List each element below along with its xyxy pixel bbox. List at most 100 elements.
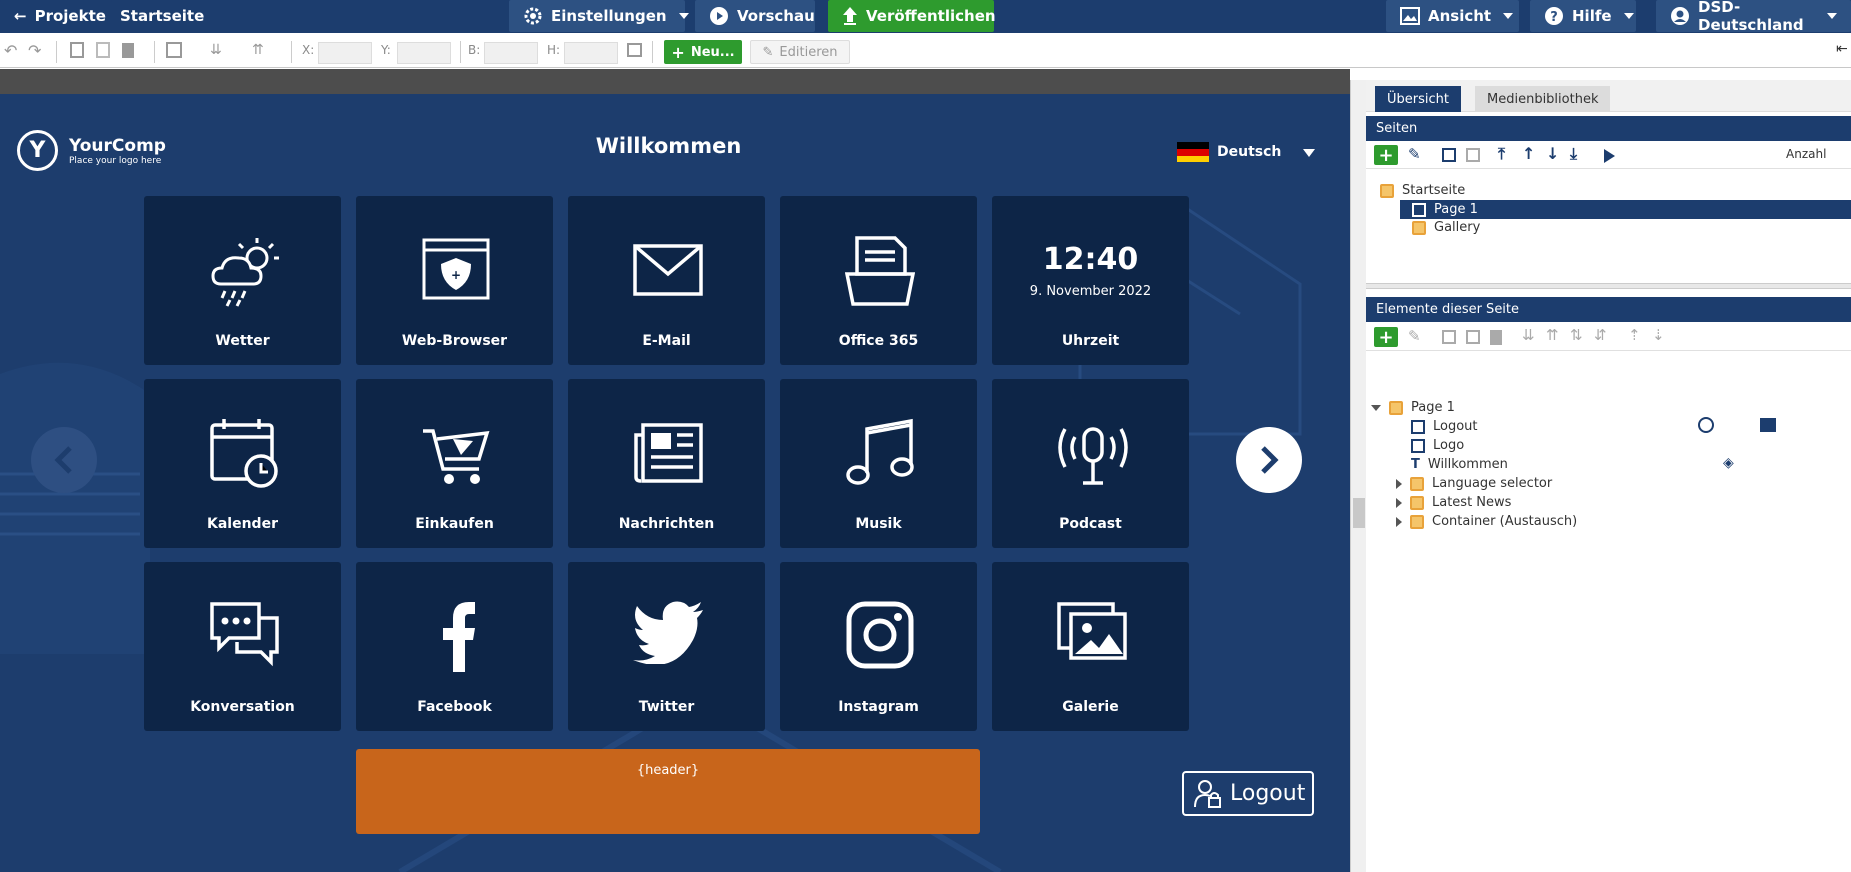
tile-news[interactable]: Nachrichten — [568, 379, 765, 548]
tile-facebook[interactable]: Facebook — [356, 562, 553, 731]
tree-page-gallery[interactable]: Gallery — [1412, 218, 1480, 237]
publish-button[interactable]: Veröffentlichen — [828, 0, 996, 32]
pencil-icon[interactable]: ✎ — [1408, 145, 1421, 163]
tab-overview[interactable]: Übersicht — [1375, 86, 1461, 112]
pages-toolbar: + ✎ ⤒ ↑ ↓ ⤓ Anzahl — [1366, 141, 1851, 169]
copy-icon[interactable] — [1442, 330, 1456, 344]
collapse-panel-icon[interactable]: ⇤ — [1836, 41, 1848, 57]
tile-music[interactable]: Musik — [780, 379, 977, 548]
tile-instagram[interactable]: Instagram — [780, 562, 977, 731]
preview-button[interactable]: Vorschau — [695, 0, 815, 32]
help-icon: ? — [1544, 6, 1564, 26]
add-copy-icon[interactable] — [1442, 148, 1456, 162]
chevron-right-icon — [1261, 446, 1279, 474]
tile-web-browser[interactable]: + Web-Browser — [356, 196, 553, 365]
tile-shopping[interactable]: Einkaufen — [356, 379, 553, 548]
pencil-icon[interactable]: ✎ — [1408, 327, 1421, 345]
tile-calendar[interactable]: Kalender — [144, 379, 341, 548]
layer-up-icon[interactable]: ⇈ — [252, 42, 264, 58]
tree-element-logout[interactable]: Logout — [1411, 417, 1478, 436]
scrollbar-thumb[interactable] — [1353, 498, 1365, 528]
edit-element-button[interactable]: ✎ Editieren — [750, 40, 850, 64]
tree-page-page1[interactable]: Page 1 — [1412, 200, 1478, 219]
move-bottom-icon[interactable]: ⤓ — [1570, 144, 1577, 164]
language-selector[interactable]: Deutsch — [1177, 140, 1317, 164]
chevron-left-icon — [54, 446, 72, 474]
triangle-right-icon — [1396, 497, 1402, 508]
help-menu-button[interactable]: ? Hilfe — [1530, 0, 1636, 32]
duplicate-icon[interactable] — [1466, 148, 1480, 162]
layer-icon[interactable]: ⇊ — [1522, 326, 1535, 344]
layer-icon[interactable]: ⇈ — [1546, 326, 1559, 344]
tile-email[interactable]: E-Mail — [568, 196, 765, 365]
previous-page-button[interactable] — [31, 427, 97, 493]
align-icon[interactable] — [166, 42, 182, 58]
tree-element-logo[interactable]: Logo — [1411, 436, 1464, 455]
move-down-icon[interactable]: ↓ — [1546, 144, 1559, 163]
canvas-vertical-scrollbar[interactable] — [1350, 80, 1366, 872]
trash-icon[interactable] — [122, 43, 134, 58]
tile-gallery[interactable]: Galerie — [992, 562, 1189, 731]
move-top-icon[interactable]: ⤒ — [1498, 144, 1505, 164]
next-page-button[interactable] — [1236, 427, 1302, 493]
divider — [291, 41, 292, 63]
play-icon[interactable] — [1604, 149, 1615, 163]
canvas-ruler — [0, 69, 1350, 94]
user-lock-icon — [1194, 779, 1221, 808]
layer-icon[interactable]: ⇵ — [1594, 326, 1607, 344]
tile-office-365[interactable]: Office 365 — [780, 196, 977, 365]
back-to-projects-button[interactable]: ← Projekte — [0, 0, 112, 32]
latest-news-container[interactable]: {header} — [356, 749, 980, 834]
video-action-icon[interactable] — [1760, 418, 1776, 432]
logout-button[interactable]: Logout — [1182, 771, 1314, 816]
tree-element-container[interactable]: Container (Austausch) — [1396, 512, 1577, 531]
design-canvas[interactable]: Y YourComp Place your logo here Willkomm… — [0, 94, 1350, 872]
add-element-button[interactable]: + — [1374, 327, 1398, 348]
import-icon[interactable]: ⇣ — [1652, 326, 1665, 344]
redo-icon[interactable]: ↷ — [28, 41, 41, 60]
tree-element-latest-news[interactable]: Latest News — [1396, 493, 1511, 512]
y-input[interactable] — [397, 42, 451, 64]
settings-button[interactable]: Einstellungen — [509, 0, 689, 32]
height-input[interactable] — [564, 42, 618, 64]
panel-divider[interactable] — [1366, 283, 1851, 289]
chat-bubbles-icon — [210, 602, 279, 667]
move-up-icon[interactable]: ↑ — [1522, 144, 1535, 163]
layer-icon[interactable]: ⇅ — [1570, 326, 1583, 344]
y-label: Y: — [381, 43, 391, 57]
podcast-microphone-icon — [1058, 427, 1128, 485]
tree-page-startseite[interactable]: Startseite — [1380, 181, 1465, 200]
tile-podcast[interactable]: Podcast — [992, 379, 1189, 548]
new-element-button[interactable]: + Neu... — [664, 40, 742, 64]
fit-size-icon[interactable] — [627, 43, 642, 57]
tile-weather[interactable]: Wetter — [144, 196, 341, 365]
export-icon[interactable]: ⇡ — [1628, 326, 1641, 344]
clock-time: 12:40 — [1042, 242, 1139, 277]
tree-element-language-selector[interactable]: Language selector — [1396, 474, 1552, 493]
trash-icon[interactable] — [1490, 330, 1502, 345]
add-page-button[interactable]: + — [1374, 145, 1398, 166]
copy-icon[interactable] — [70, 42, 84, 58]
paste-icon[interactable] — [96, 42, 110, 58]
tile-clock[interactable]: 12:40 9. November 2022 Uhrzeit — [992, 196, 1189, 365]
x-input[interactable] — [318, 42, 372, 64]
tab-media-library[interactable]: Medienbibliothek — [1475, 86, 1611, 112]
svg-text:?: ? — [1550, 10, 1558, 25]
page-icon — [1412, 202, 1426, 217]
paste-icon[interactable] — [1466, 330, 1480, 344]
tree-element-welcome[interactable]: T Willkommen — [1411, 455, 1508, 474]
tile-conversation[interactable]: Konversation — [144, 562, 341, 731]
layer-down-icon[interactable]: ⇊ — [210, 42, 222, 58]
account-menu-button[interactable]: DSD-Deutschland — [1656, 0, 1851, 34]
button-element-icon — [1411, 419, 1425, 434]
view-menu-button[interactable]: Ansicht — [1386, 0, 1519, 32]
undo-icon[interactable]: ↶ — [4, 41, 17, 60]
layers-icon[interactable]: ◈ — [1723, 455, 1734, 471]
touch-action-icon[interactable] — [1698, 417, 1714, 433]
chevron-down-icon — [1503, 13, 1514, 19]
plus-icon: + — [671, 42, 685, 62]
browser-shield-icon: + — [422, 238, 490, 300]
width-input[interactable] — [484, 42, 538, 64]
tile-twitter[interactable]: Twitter — [568, 562, 765, 731]
tree-element-root[interactable]: Page 1 — [1371, 398, 1455, 417]
